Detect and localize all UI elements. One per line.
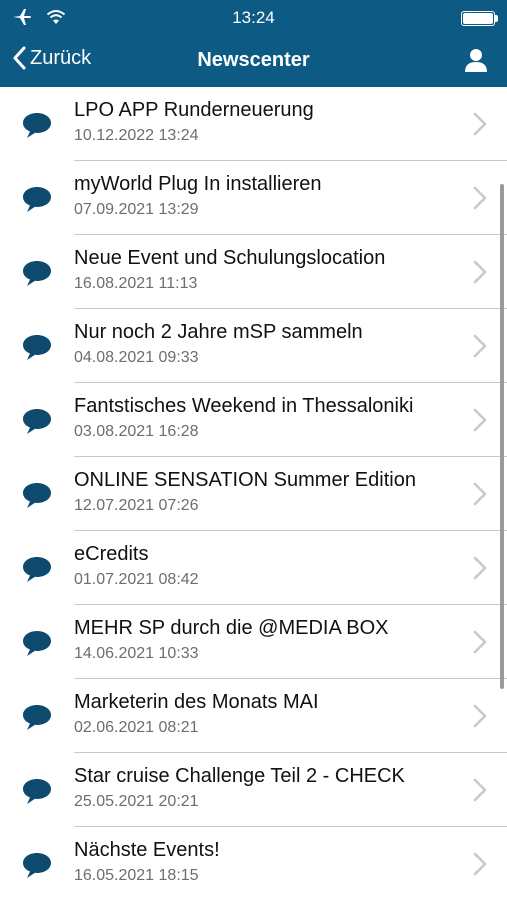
scrollbar[interactable] xyxy=(500,184,504,689)
news-title: Nur noch 2 Jahre mSP sammeln xyxy=(74,321,363,343)
battery-icon xyxy=(461,11,498,26)
news-date: 07.09.2021 13:29 xyxy=(74,201,199,218)
news-date: 16.05.2021 18:15 xyxy=(74,867,199,884)
news-date: 03.08.2021 16:28 xyxy=(74,423,199,440)
chevron-right-icon xyxy=(473,482,487,506)
speech-bubble-icon xyxy=(23,483,51,508)
news-title: Fantstisches Weekend in Thessaloniki xyxy=(74,395,414,417)
speech-bubble-icon xyxy=(23,113,51,138)
news-title: myWorld Plug In installieren xyxy=(74,173,322,195)
news-item[interactable]: eCredits 01.07.2021 08:42 xyxy=(0,531,507,605)
news-date: 10.12.2022 13:24 xyxy=(74,127,199,144)
news-title: Nächste Events! xyxy=(74,839,220,861)
speech-bubble-icon xyxy=(23,779,51,804)
speech-bubble-icon xyxy=(23,335,51,360)
chevron-right-icon xyxy=(473,630,487,654)
status-time: 13:24 xyxy=(232,8,275,27)
chevron-right-icon xyxy=(473,112,487,136)
news-date: 25.05.2021 20:21 xyxy=(74,793,199,810)
news-item[interactable]: Nächste Events! 16.05.2021 18:15 xyxy=(0,827,507,900)
news-item[interactable]: Nur noch 2 Jahre mSP sammeln 04.08.2021 … xyxy=(0,309,507,383)
news-date: 16.08.2021 11:13 xyxy=(74,275,198,292)
news-item[interactable]: Fantstisches Weekend in Thessaloniki 03.… xyxy=(0,383,507,457)
chevron-right-icon xyxy=(473,852,487,876)
chevron-right-icon xyxy=(473,186,487,210)
news-item[interactable]: Star cruise Challenge Teil 2 - CHECK 25.… xyxy=(0,753,507,827)
chevron-right-icon xyxy=(473,334,487,358)
news-title: ONLINE SENSATION Summer Edition xyxy=(74,469,416,491)
news-title: Star cruise Challenge Teil 2 - CHECK xyxy=(74,765,405,787)
chevron-right-icon xyxy=(473,260,487,284)
news-list: LPO APP Runderneuerung 10.12.2022 13:24 … xyxy=(0,87,507,900)
speech-bubble-icon xyxy=(23,187,51,212)
news-title: Marketerin des Monats MAI xyxy=(74,691,319,713)
news-title: LPO APP Runderneuerung xyxy=(74,99,314,121)
news-title: Neue Event und Schulungslocation xyxy=(74,247,386,269)
speech-bubble-icon xyxy=(23,631,51,656)
chevron-right-icon xyxy=(473,556,487,580)
chevron-right-icon xyxy=(473,408,487,432)
news-date: 14.06.2021 10:33 xyxy=(74,645,199,662)
news-date: 02.06.2021 08:21 xyxy=(74,719,199,736)
user-icon xyxy=(465,49,487,72)
news-date: 12.07.2021 07:26 xyxy=(74,497,199,514)
speech-bubble-icon xyxy=(23,853,51,878)
news-item[interactable]: Neue Event und Schulungslocation 16.08.2… xyxy=(0,235,507,309)
speech-bubble-icon xyxy=(23,705,51,730)
news-title: eCredits xyxy=(74,543,149,565)
page-title: Newscenter xyxy=(197,49,310,71)
profile-button[interactable] xyxy=(463,47,489,73)
news-item[interactable]: ONLINE SENSATION Summer Edition 12.07.20… xyxy=(0,457,507,531)
chevron-right-icon xyxy=(473,704,487,728)
speech-bubble-icon xyxy=(23,261,51,286)
news-date: 04.08.2021 09:33 xyxy=(74,349,199,366)
speech-bubble-icon xyxy=(23,409,51,434)
news-item[interactable]: myWorld Plug In installieren 07.09.2021 … xyxy=(0,161,507,235)
top-bar: 13:24 Zurück Newscenter xyxy=(0,0,507,87)
news-title: MEHR SP durch die @MEDIA BOX xyxy=(74,617,389,639)
navigation-bar: Zurück Newscenter xyxy=(0,34,507,87)
chevron-right-icon xyxy=(473,778,487,802)
news-date: 01.07.2021 08:42 xyxy=(74,571,199,588)
status-bar: 13:24 xyxy=(0,0,507,34)
news-item[interactable]: LPO APP Runderneuerung 10.12.2022 13:24 xyxy=(0,87,507,161)
news-item[interactable]: MEHR SP durch die @MEDIA BOX 14.06.2021 … xyxy=(0,605,507,679)
speech-bubble-icon xyxy=(23,557,51,582)
news-item[interactable]: Marketerin des Monats MAI 02.06.2021 08:… xyxy=(0,679,507,753)
